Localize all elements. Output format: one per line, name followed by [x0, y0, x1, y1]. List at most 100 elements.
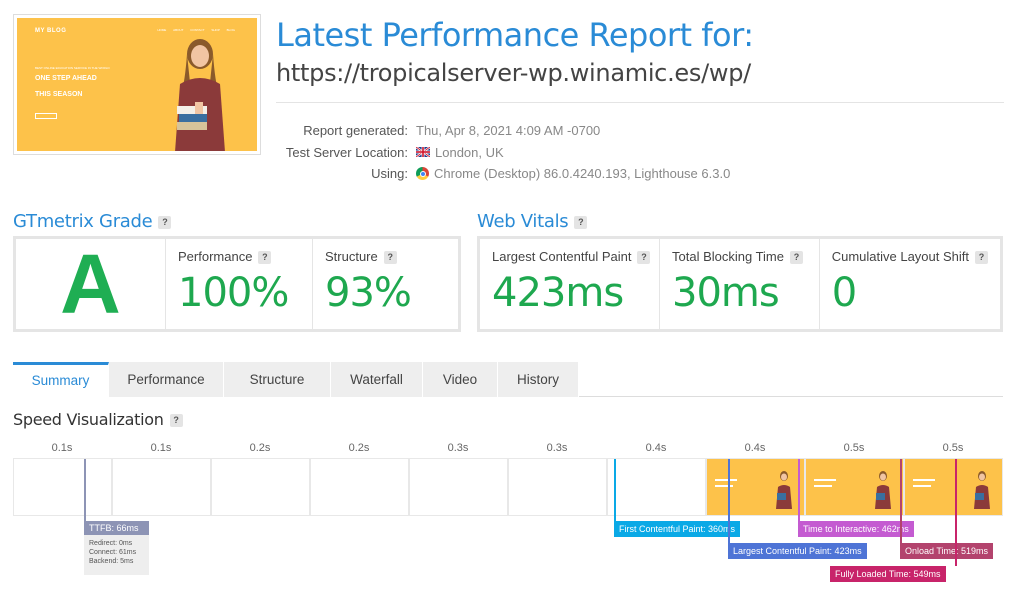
using-label: Using:	[371, 166, 408, 182]
grade-help-icon[interactable]: ?	[158, 215, 172, 229]
tab-performance[interactable]: Performance	[109, 362, 224, 397]
ttfb-marker-line	[84, 459, 86, 521]
filmstrip-frame-loaded[interactable]	[706, 458, 805, 516]
cls-label: Cumulative Layout Shift	[831, 249, 969, 264]
lcp-marker-line	[728, 459, 730, 543]
thumbnail-heading-line1: ONE STEP AHEAD	[35, 75, 97, 82]
web-vitals-panel: Largest Contentful Paint? 423ms Total Bl…	[477, 236, 1003, 332]
tab-structure[interactable]: Structure	[224, 362, 331, 397]
thumbnail-logo: MY BLOG	[35, 28, 67, 34]
grade-cell: A	[16, 239, 166, 329]
time-label: 0.1s	[150, 442, 172, 454]
filmstrip-frame[interactable]	[310, 458, 409, 516]
time-label: 0.2s	[348, 442, 370, 454]
grade-letter: A	[60, 237, 121, 331]
fcp-marker-label: First Contentful Paint: 360ms	[614, 521, 741, 537]
time-label: 0.5s	[942, 442, 964, 454]
filmstrip-frame[interactable]	[211, 458, 310, 516]
lcp-cell: Largest Contentful Paint? 423ms	[480, 239, 660, 329]
header-divider	[276, 102, 1004, 103]
lcp-value: 423ms	[492, 270, 624, 317]
structure-help-icon[interactable]: ?	[383, 251, 397, 265]
onload-marker-label: Onload Time: 519ms	[900, 543, 994, 559]
cls-cell: Cumulative Layout Shift? 0	[820, 239, 1000, 329]
lcp-label: Largest Contentful Paint	[492, 249, 632, 264]
uk-flag-icon	[416, 147, 430, 158]
report-meta: Report generated: Thu, Apr 8, 2021 4:09 …	[276, 120, 876, 185]
thumbnail-person-image	[175, 39, 225, 151]
tbt-label: Total Blocking Time	[672, 249, 784, 264]
frame-person-image	[875, 471, 891, 509]
structure-score: 93%	[325, 270, 412, 317]
report-url-link[interactable]: https://tropicalserver-wp.winamic.es/wp/	[276, 59, 751, 87]
time-label: 0.2s	[249, 442, 271, 454]
tab-history[interactable]: History	[498, 362, 579, 397]
meta-row-generated: Report generated: Thu, Apr 8, 2021 4:09 …	[276, 120, 876, 142]
cls-value: 0	[831, 270, 857, 317]
performance-help-icon[interactable]: ?	[258, 251, 272, 265]
tbt-value: 30ms	[672, 270, 780, 317]
frame-text-line	[814, 479, 836, 481]
structure-label-row: Structure?	[325, 249, 446, 265]
time-label: 0.4s	[744, 442, 766, 454]
speed-visualization-help-icon[interactable]: ?	[169, 414, 183, 427]
frame-text-line	[715, 479, 737, 481]
lcp-label-row: Largest Contentful Paint?	[492, 249, 651, 265]
frame-text-line	[715, 485, 733, 487]
report-generated-label: Report generated:	[303, 123, 408, 139]
performance-label-row: Performance?	[178, 249, 300, 265]
filmstrip-frame-loaded[interactable]	[904, 458, 1003, 516]
tti-marker-label: Time to Interactive: 462ms	[798, 521, 914, 537]
structure-label: Structure	[325, 249, 378, 264]
cls-help-icon[interactable]: ?	[975, 251, 988, 265]
test-server-location-value-wrap: London, UK	[416, 145, 504, 160]
tab-summary[interactable]: Summary	[13, 362, 109, 397]
chrome-icon	[416, 167, 429, 181]
tbt-label-row: Total Blocking Time?	[672, 249, 807, 265]
time-label: 0.3s	[447, 442, 469, 454]
cls-label-row: Cumulative Layout Shift?	[831, 249, 988, 265]
tab-waterfall[interactable]: Waterfall	[331, 362, 423, 397]
test-server-location-value: London, UK	[435, 144, 504, 160]
performance-cell: Performance? 100%	[166, 239, 313, 329]
page-screenshot-thumbnail[interactable]: MY BLOG HOME ABOUT CONTACT SHOP BLOG BES…	[13, 14, 261, 155]
ttfb-breakdown: Redirect: 0ms Connect: 61ms Backend: 5ms	[84, 535, 149, 566]
filmstrip-frame[interactable]	[409, 458, 508, 516]
report-tabs: Summary Performance Structure Waterfall …	[13, 362, 1003, 397]
ttfb-redirect: Redirect: 0ms	[89, 540, 133, 547]
structure-cell: Structure? 93%	[313, 239, 458, 329]
ttfb-tooltip: TTFB: 66ms Redirect: 0ms Connect: 61ms B…	[84, 521, 149, 575]
tbt-help-icon[interactable]: ?	[790, 251, 803, 265]
gtmetrix-grade-title: GTmetrix Grade	[13, 211, 153, 232]
onload-marker-line	[900, 459, 902, 543]
fully-loaded-marker-line	[955, 459, 957, 566]
filmstrip-frame[interactable]	[13, 458, 112, 516]
thumbnail-button	[35, 113, 57, 119]
meta-row-location: Test Server Location: London, UK	[276, 142, 876, 164]
speed-visualization-heading: Speed Visualization?	[13, 410, 183, 429]
filmstrip-frame[interactable]	[112, 458, 211, 516]
thumbnail-kicker: BEST ONLINE EDUCATION SERVICE IN THE WOR…	[35, 66, 110, 70]
tti-marker-line	[798, 459, 800, 521]
filmstrip-frame[interactable]	[607, 458, 706, 516]
ttfb-connect: Connect: 61ms	[89, 549, 137, 556]
frame-text-line	[913, 485, 931, 487]
filmstrip	[13, 458, 1003, 516]
web-vitals-help-icon[interactable]: ?	[574, 215, 588, 229]
thumbnail-hero: MY BLOG HOME ABOUT CONTACT SHOP BLOG BES…	[17, 18, 257, 151]
performance-label: Performance	[178, 249, 253, 264]
frame-text-line	[913, 479, 935, 481]
gtmetrix-grade-panel: A Performance? 100% Structure? 93%	[13, 236, 461, 332]
filmstrip-frame-loaded[interactable]	[805, 458, 904, 516]
fully-loaded-marker-label: Fully Loaded Time: 549ms	[830, 566, 946, 582]
gtmetrix-grade-heading: GTmetrix Grade?	[13, 211, 172, 232]
report-title: Latest Performance Report for:	[276, 16, 754, 54]
filmstrip-frame[interactable]	[508, 458, 607, 516]
lcp-help-icon[interactable]: ?	[637, 251, 651, 265]
tbt-cell: Total Blocking Time? 30ms	[660, 239, 820, 329]
time-label: 0.1s	[51, 442, 73, 454]
tab-video[interactable]: Video	[423, 362, 498, 397]
time-label: 0.4s	[645, 442, 667, 454]
using-value: Chrome (Desktop) 86.0.4240.193, Lighthou…	[434, 166, 731, 182]
meta-row-using: Using: Chrome (Desktop) 86.0.4240.193, L…	[276, 163, 876, 185]
